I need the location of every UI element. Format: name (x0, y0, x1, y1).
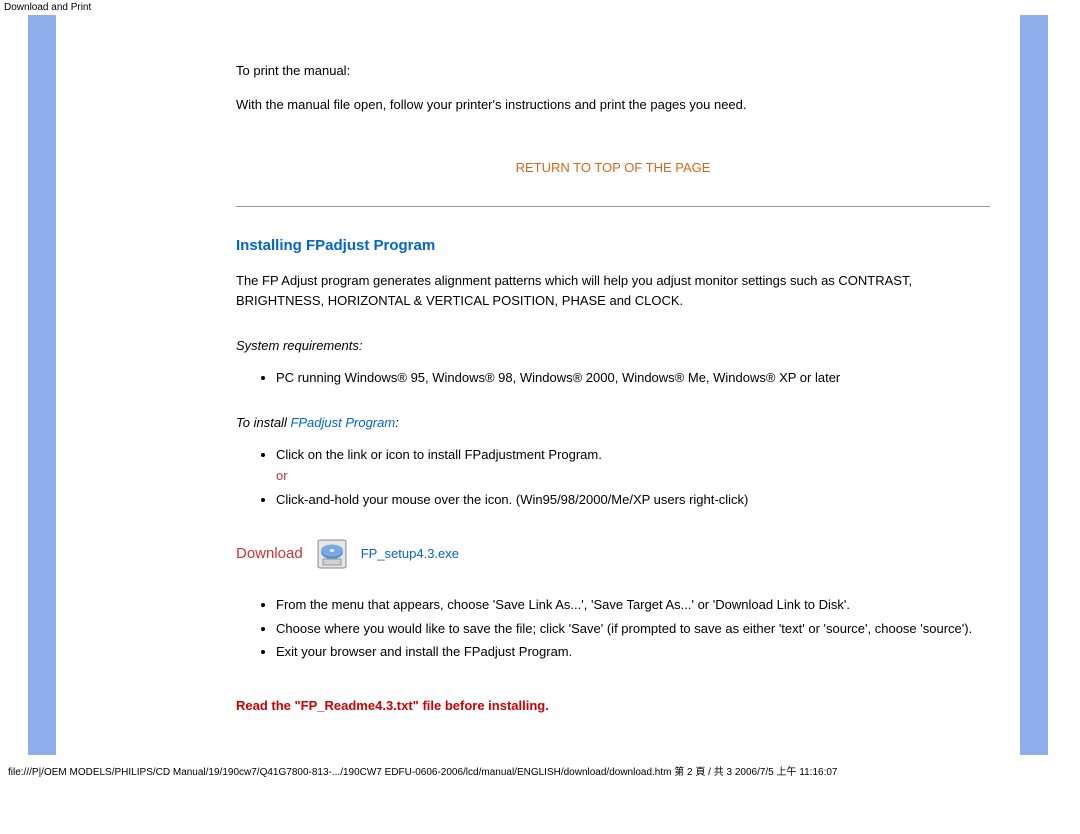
list-item: From the menu that appears, choose 'Save… (276, 595, 990, 615)
list-item: PC running Windows® 95, Windows® 98, Win… (276, 368, 990, 388)
list-item: Exit your browser and install the FPadju… (276, 642, 990, 662)
toinstall-label: To install FPadjust Program: (236, 413, 990, 433)
install-heading: Installing FPadjust Program (236, 235, 990, 258)
section-divider (236, 206, 990, 207)
toinstall-suffix: : (395, 415, 399, 430)
list-item: Click on the link or icon to install FPa… (276, 445, 990, 486)
left-stripe (28, 15, 56, 755)
install-description: The FP Adjust program generates alignmen… (236, 271, 990, 310)
left-gutter (56, 15, 236, 755)
list-item: Click-and-hold your mouse over the icon.… (276, 490, 990, 510)
install-step-1: Click on the link or icon to install FPa… (276, 447, 602, 462)
fpadjust-link[interactable]: FPadjust Program (290, 415, 395, 430)
right-stripe (1020, 15, 1048, 755)
after-steps-list: From the menu that appears, choose 'Save… (276, 595, 990, 662)
sysreq-list: PC running Windows® 95, Windows® 98, Win… (276, 368, 990, 388)
sysreq-label: System requirements: (236, 336, 990, 356)
download-label: Download (236, 543, 303, 566)
disk-icon[interactable] (317, 539, 347, 569)
return-to-top-link[interactable]: RETURN TO TOP OF THE PAGE (236, 158, 990, 178)
print-instructions: With the manual file open, follow your p… (236, 95, 990, 115)
download-filename-link[interactable]: FP_setup4.3.exe (361, 544, 459, 564)
install-steps-list: Click on the link or icon to install FPa… (276, 445, 990, 510)
list-item: Choose where you would like to save the … (276, 619, 990, 639)
main-content: To print the manual: With the manual fil… (236, 15, 1020, 755)
toinstall-prefix: To install (236, 415, 290, 430)
print-label: To print the manual: (236, 61, 990, 81)
readme-warning: Read the "FP_Readme4.3.txt" file before … (236, 696, 990, 716)
page-header: Download and Print (0, 0, 1080, 15)
or-text: or (276, 466, 990, 486)
footer-path: file:///P|/OEM MODELS/PHILIPS/CD Manual/… (0, 757, 1080, 784)
download-row: Download FP_setup4.3.exe (236, 539, 990, 569)
